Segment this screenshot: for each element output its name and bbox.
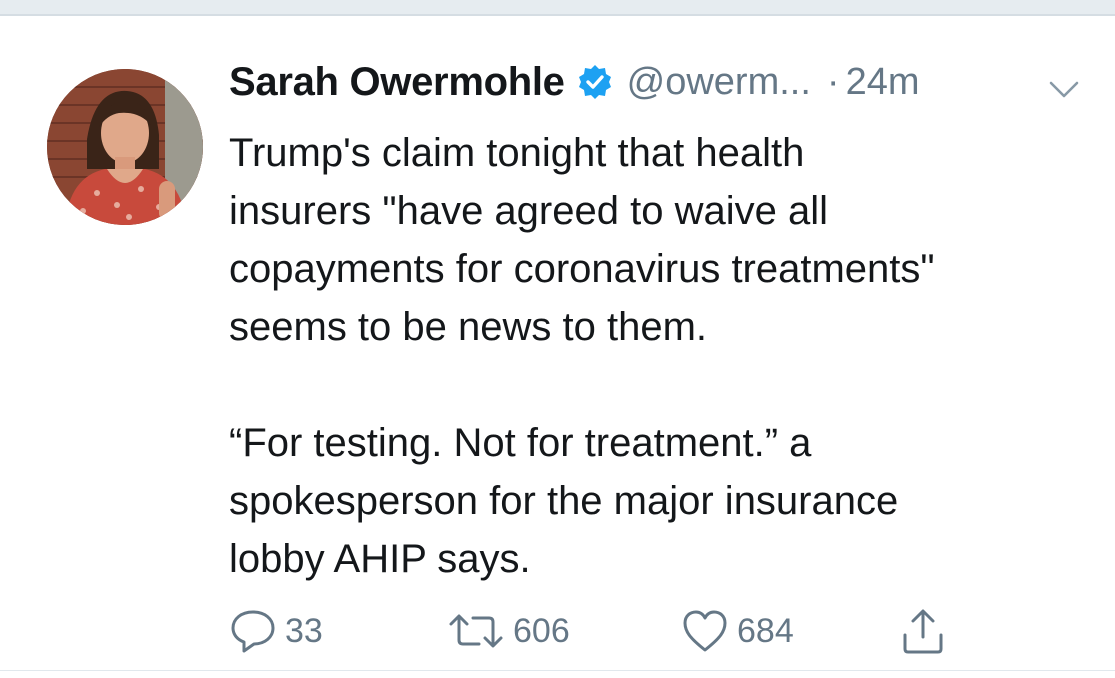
text-line: “For testing. Not for treatment.” a <box>229 421 812 465</box>
separator-dot: · <box>826 60 840 103</box>
like-count: 684 <box>737 611 794 650</box>
bottom-divider <box>0 670 1115 671</box>
retweet-icon <box>447 608 505 654</box>
retweet-button[interactable]: 606 <box>447 606 570 656</box>
tweet-actions: 33 606 684 <box>229 606 989 656</box>
tweet-header: Sarah Owermohle @owerm... · 24m <box>229 52 1089 112</box>
tweet-text: Trump's claim tonight that health insure… <box>229 124 1089 588</box>
text-line: insurers "have agreed to waive all <box>229 189 828 233</box>
share-icon <box>899 607 947 655</box>
heart-icon <box>681 608 729 654</box>
text-line: Trump's claim tonight that health <box>229 131 805 175</box>
verified-badge-icon <box>577 64 613 100</box>
retweet-count: 606 <box>513 611 570 650</box>
text-line: lobby AHIP says. <box>229 537 531 581</box>
share-button[interactable] <box>899 606 947 656</box>
author-handle[interactable]: @owerm... <box>627 61 811 104</box>
reply-count: 33 <box>285 611 323 650</box>
top-band <box>0 0 1115 14</box>
reply-icon <box>229 608 277 654</box>
text-line: copayments for coronavirus treatments" <box>229 247 935 291</box>
tweet-card[interactable]: Sarah Owermohle @owerm... · 24m Trump's … <box>0 16 1115 670</box>
like-button[interactable]: 684 <box>681 606 794 656</box>
text-line: spokesperson for the major insurance <box>229 479 899 523</box>
chevron-down-icon[interactable] <box>1048 78 1080 102</box>
author-name[interactable]: Sarah Owermohle <box>229 60 565 105</box>
timestamp[interactable]: 24m <box>846 61 920 104</box>
text-line: seems to be news to them. <box>229 305 708 349</box>
avatar[interactable] <box>47 69 203 225</box>
reply-button[interactable]: 33 <box>229 606 323 656</box>
